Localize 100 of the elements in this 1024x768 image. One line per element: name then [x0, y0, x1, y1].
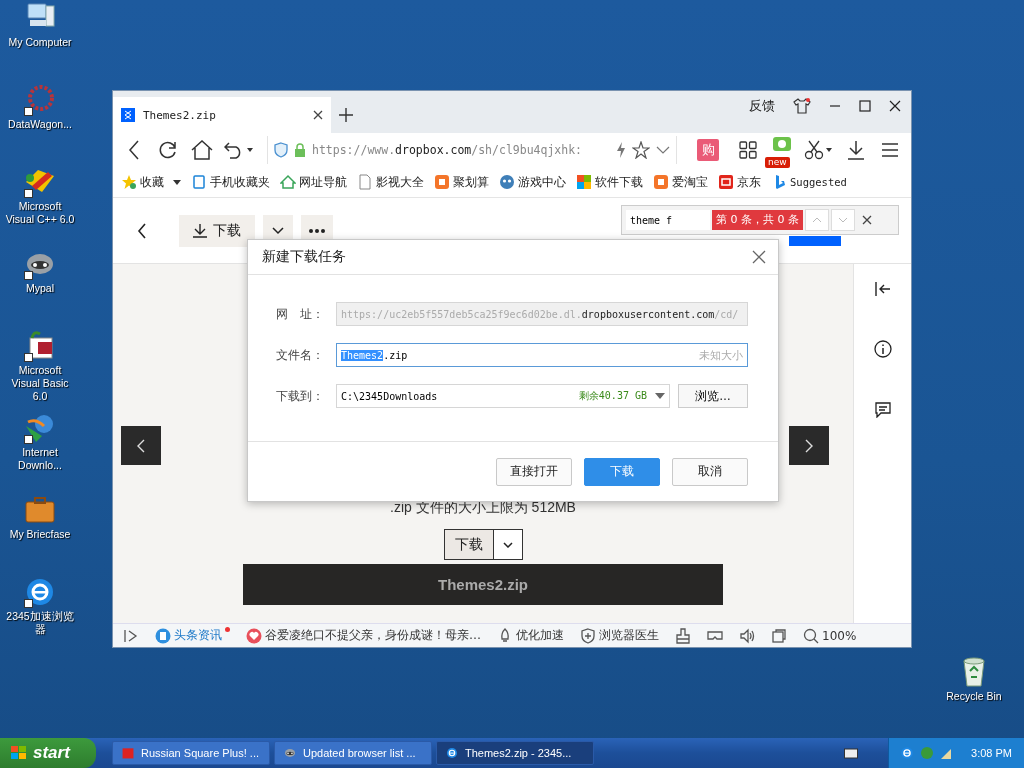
status-link[interactable]: 头条资讯	[174, 627, 222, 644]
desktop-icon-label[interactable]: Internet Downlo...	[4, 446, 76, 472]
match-count: 第 0 条，共 0 条	[712, 210, 803, 230]
undo-icon[interactable]	[224, 141, 254, 159]
desktop-icon-label[interactable]: 2345加速浏览器	[4, 610, 76, 636]
chevron-right-icon	[805, 438, 813, 453]
windows-icon	[10, 745, 28, 761]
bookmark-link[interactable]: Suggested	[790, 176, 847, 188]
info-icon[interactable]	[873, 340, 892, 358]
desktop-icon-label[interactable]: My Briecfase	[4, 528, 76, 541]
news-icon[interactable]	[155, 627, 171, 644]
file-name-bar: Themes2.zip	[243, 564, 723, 605]
field-label: 网 址：	[276, 305, 325, 323]
folder-dropdown[interactable]: C:\2345Downloads 剩余40.37 GB	[336, 384, 670, 408]
status-link[interactable]: 100%	[822, 628, 857, 643]
bookmark-link[interactable]: 京东	[737, 173, 761, 191]
chevron-down-icon	[502, 541, 513, 548]
shield-icon[interactable]	[274, 142, 288, 158]
collapse-icon[interactable]	[874, 282, 891, 296]
download-button[interactable]: 下载	[179, 214, 255, 247]
caret-icon[interactable]	[173, 179, 181, 185]
zoom-icon[interactable]	[803, 627, 819, 644]
star-icon[interactable]	[632, 141, 650, 159]
chevron-down-icon[interactable]	[656, 145, 670, 155]
windows-icon	[576, 174, 592, 190]
shield-icon[interactable]	[580, 627, 596, 644]
window-icon[interactable]	[771, 627, 787, 644]
field-label: 下载到：	[276, 387, 325, 405]
close-icon	[752, 250, 766, 264]
taskbar-button[interactable]: Themes2.zip - 2345...	[436, 741, 594, 765]
bookmark-link[interactable]: 软件下载	[595, 173, 643, 191]
lock-icon	[294, 143, 306, 157]
previous-button[interactable]	[121, 426, 161, 465]
dialog-title: 新建下载任务	[262, 248, 346, 266]
house-icon	[280, 174, 296, 190]
chevron-down-icon	[838, 217, 848, 223]
close-icon[interactable]	[889, 100, 901, 112]
bookmark-link[interactable]: 网址导航	[299, 173, 347, 191]
caret-icon[interactable]	[655, 393, 665, 399]
back-icon[interactable]	[128, 140, 140, 160]
briefcase-icon[interactable]	[22, 494, 58, 526]
desktop-icon-label[interactable]: Mypal	[4, 282, 76, 295]
feedback-link[interactable]: 反馈	[749, 97, 775, 115]
chevron-up-icon	[812, 217, 822, 223]
back-icon[interactable]	[137, 222, 147, 239]
maximize-icon[interactable]	[859, 100, 871, 112]
taskbar-button[interactable]: Updated browser list ...	[274, 741, 432, 765]
bookmark-link[interactable]: 收藏	[140, 173, 164, 191]
start-button[interactable]: start	[0, 738, 96, 768]
comment-icon[interactable]	[874, 402, 891, 418]
download-button[interactable]: 下载	[444, 530, 494, 559]
game-icon	[499, 174, 515, 190]
sidebar-toggle-icon[interactable]	[123, 627, 139, 644]
phone-icon	[191, 174, 207, 190]
new-badge: new	[765, 157, 790, 168]
dialog-button[interactable]: 直接打开	[496, 457, 572, 486]
browser-icon	[445, 746, 459, 760]
next-button[interactable]	[789, 426, 829, 465]
desktop-icon-label[interactable]: DataWagon...	[4, 118, 76, 131]
menu-icon[interactable]	[882, 143, 898, 157]
bookmark-link[interactable]: 爱淘宝	[672, 173, 708, 191]
chevron-left-icon	[137, 438, 145, 453]
bookmark-link[interactable]: 聚划算	[453, 173, 489, 191]
status-link[interactable]: 浏览器医生	[599, 627, 659, 644]
bolt-icon[interactable]	[616, 142, 626, 158]
address-field[interactable]: https://www.dropbox.com/sh/cl9bu4qjxhk:	[312, 143, 610, 157]
close-icon	[862, 215, 872, 225]
url-field[interactable]: https://uc2eb5f557deb5ca25f9ec6d02be.dl.dropboxusercontent.com/cd/	[336, 302, 748, 326]
cube-icon	[121, 746, 135, 760]
speaker-icon[interactable]	[739, 627, 755, 644]
new-tab-icon[interactable]	[339, 108, 353, 122]
broom-icon[interactable]	[675, 627, 691, 644]
desktop-icon-label[interactable]: Microsoft Visual C++ 6.0	[4, 200, 76, 226]
browse-button[interactable]: 浏览…	[678, 384, 748, 408]
desktop-icon-label[interactable]: Microsoft Visual Basic 6.0	[4, 364, 76, 403]
desktop-icon-label[interactable]: My Computer	[4, 36, 76, 49]
bookmark-link[interactable]: 影视大全	[376, 173, 424, 191]
file-name-field[interactable]: Themes2.zip 未知大小	[336, 343, 748, 367]
taskbar-button[interactable]: Russian Square Plus! ...	[112, 741, 270, 765]
keyboard-icon[interactable]	[844, 747, 859, 759]
scissors-icon[interactable]	[804, 140, 834, 160]
bookmark-link[interactable]: 游戏中心	[518, 173, 566, 191]
grid-icon[interactable]	[739, 141, 757, 159]
status-link[interactable]: 谷爱凌绝口不提父亲，身份成谜！母亲…	[265, 627, 481, 644]
dropbox-icon	[121, 108, 135, 122]
home-icon[interactable]	[191, 140, 213, 160]
browser-tab[interactable]: Themes2.zip	[113, 97, 331, 133]
dialog-button[interactable]: 取消	[672, 457, 748, 486]
dropdown-button[interactable]	[493, 530, 522, 559]
reload-icon[interactable]	[158, 140, 178, 160]
download-icon	[193, 223, 207, 238]
raccoon-icon	[283, 746, 297, 760]
bookmark-link[interactable]: 手机收藏夹	[210, 173, 270, 191]
download-icon[interactable]	[847, 140, 865, 160]
close-icon[interactable]	[313, 110, 323, 120]
find-field[interactable]: theme f	[626, 210, 710, 230]
shirt-icon[interactable]	[793, 98, 811, 114]
status-link[interactable]: 优化加速	[516, 627, 564, 644]
desktop-icon-label[interactable]: Recycle Bin	[938, 690, 1010, 703]
close-button[interactable]	[752, 250, 766, 264]
